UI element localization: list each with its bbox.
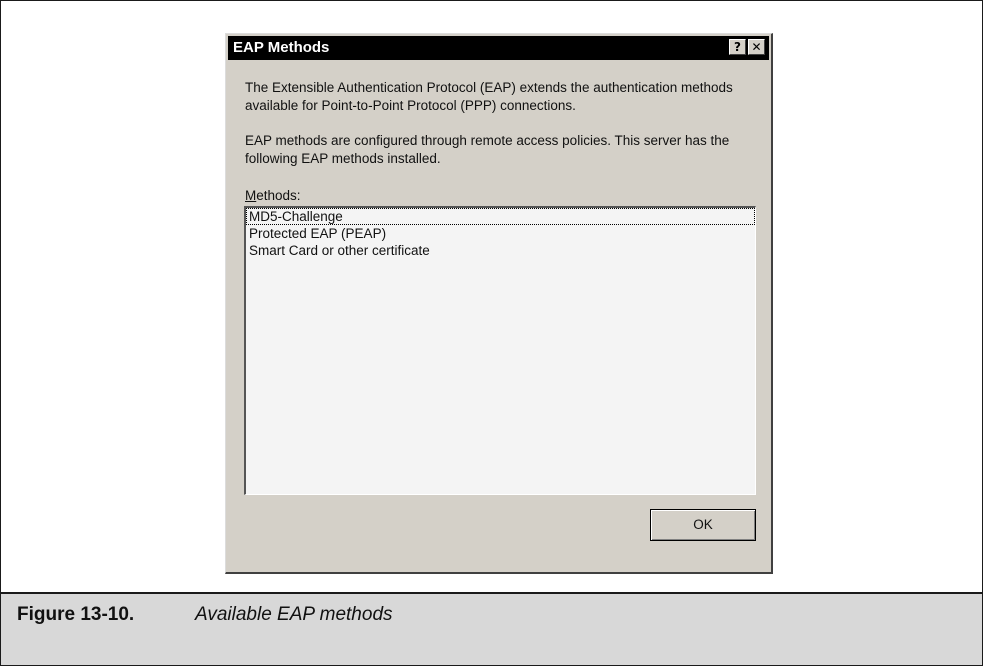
figure-caption: Available EAP methods <box>195 604 393 625</box>
figure-label: Figure 13-10. <box>17 604 135 625</box>
ok-button[interactable]: OK <box>650 509 756 541</box>
eap-methods-dialog: EAP Methods ? ✕ The Extensible Authentic… <box>225 33 773 574</box>
description-text-1: The Extensible Authentication Protocol (… <box>245 80 733 113</box>
methods-listbox[interactable]: MD5-Challenge Protected EAP (PEAP) Smart… <box>244 206 756 495</box>
list-item-protected-eap[interactable]: Protected EAP (PEAP) <box>246 225 755 242</box>
list-item-smart-card[interactable]: Smart Card or other certificate <box>246 242 755 259</box>
dialog-title: EAP Methods <box>233 39 330 56</box>
methods-label-mnemonic: M <box>245 188 257 203</box>
description-text-2: EAP methods are configured through remot… <box>245 133 730 166</box>
methods-label: Methods: <box>245 188 301 203</box>
figure-caption-bar: Figure 13-10. Available EAP methods <box>1 592 982 665</box>
methods-label-text: ethods: <box>256 188 301 203</box>
close-icon[interactable]: ✕ <box>748 39 765 55</box>
list-item-md5-challenge[interactable]: MD5-Challenge <box>246 208 755 225</box>
dialog-titlebar[interactable]: EAP Methods ? ✕ <box>228 36 769 60</box>
help-icon[interactable]: ? <box>729 39 746 55</box>
